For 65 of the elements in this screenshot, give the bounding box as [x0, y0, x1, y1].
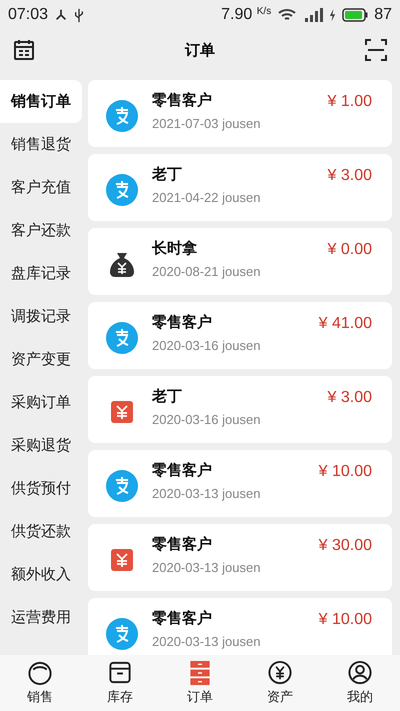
- yuan-icon: [267, 660, 293, 686]
- customer-name: 老丁: [152, 165, 183, 184]
- customer-name: 老丁: [152, 387, 183, 406]
- network-speed-text: 7.90 K/s: [221, 6, 272, 24]
- order-amount: ¥ 10.00: [318, 462, 372, 481]
- order-card[interactable]: 长时拿 2020-08-21 jousen ¥ 0.00: [88, 228, 392, 295]
- charging-icon: [329, 8, 336, 22]
- page-title: 订单: [185, 40, 215, 60]
- order-date: 2020-08-21 jousen: [152, 264, 262, 279]
- order-amount: ¥ 1.00: [328, 92, 372, 111]
- battery-text: 87: [374, 6, 392, 24]
- order-card[interactable]: 老丁 2020-03-16 jousen ¥ 3.00: [88, 376, 392, 443]
- category-item[interactable]: 采购退货: [0, 424, 82, 467]
- order-card[interactable]: 零售客户 2021-07-03 jousen ¥ 1.00: [88, 80, 392, 147]
- share-icon: [54, 8, 68, 22]
- tab[interactable]: 销售: [0, 655, 80, 711]
- customer-name: 零售客户: [152, 313, 213, 332]
- order-amount: ¥ 30.00: [318, 536, 372, 555]
- order-amount: ¥ 0.00: [328, 240, 372, 259]
- scan-icon[interactable]: [364, 38, 388, 62]
- calendar-icon[interactable]: [12, 38, 36, 62]
- category-item[interactable]: 额外收入: [0, 553, 82, 596]
- category-item[interactable]: 客户充值: [0, 166, 82, 209]
- order-date: 2021-04-22 jousen: [152, 190, 262, 205]
- category-item[interactable]: 盘库记录: [0, 252, 82, 295]
- payment-icon: [106, 174, 138, 206]
- order-card[interactable]: 零售客户 2020-03-16 jousen ¥ 41.00: [88, 302, 392, 369]
- category-item[interactable]: 供货还款: [0, 510, 82, 553]
- category-item[interactable]: 销售退货: [0, 123, 82, 166]
- box-icon: [107, 660, 133, 686]
- order-date: 2020-03-13 jousen: [152, 486, 262, 501]
- payment-icon: [106, 100, 138, 132]
- battery-icon: [342, 8, 368, 22]
- payment-icon: [106, 470, 138, 502]
- usb-icon: [74, 8, 84, 22]
- payment-icon: [106, 618, 138, 650]
- order-card[interactable]: 老丁 2021-04-22 jousen ¥ 3.00: [88, 154, 392, 221]
- order-amount: ¥ 3.00: [328, 388, 372, 407]
- category-item[interactable]: 调拨记录: [0, 295, 82, 338]
- category-item[interactable]: 资产变更: [0, 338, 82, 381]
- category-item[interactable]: 客户还款: [0, 209, 82, 252]
- order-amount: ¥ 41.00: [318, 314, 372, 333]
- order-amount: ¥ 10.00: [318, 610, 372, 629]
- order-date: 2020-03-16 jousen: [152, 338, 262, 353]
- payment-icon: [106, 322, 138, 354]
- category-item[interactable]: 供货预付: [0, 467, 82, 510]
- wifi-icon: [277, 7, 298, 23]
- category-item[interactable]: 销售订单: [0, 80, 82, 123]
- order-date: 2020-03-16 jousen: [152, 412, 262, 427]
- order-date: 2020-03-13 jousen: [152, 560, 262, 575]
- order-date: 2021-07-03 jousen: [152, 116, 262, 131]
- order-date: 2020-03-13 jousen: [152, 634, 262, 649]
- customer-name: 零售客户: [152, 609, 213, 628]
- customer-name: 零售客户: [152, 535, 213, 554]
- category-item[interactable]: 采购订单: [0, 381, 82, 424]
- customer-name: 零售客户: [152, 461, 213, 480]
- order-card[interactable]: 零售客户 2020-03-13 jousen ¥ 10.00: [88, 450, 392, 517]
- user-icon: [347, 660, 373, 686]
- category-item[interactable]: 运营费用: [0, 596, 82, 639]
- clock-text: 07:03: [8, 6, 48, 24]
- order-amount: ¥ 3.00: [328, 166, 372, 185]
- customer-name: 零售客户: [152, 91, 213, 110]
- order-card[interactable]: 零售客户 2020-03-13 jousen ¥ 30.00: [88, 524, 392, 591]
- signal-icon: [303, 7, 324, 23]
- customer-name: 长时拿: [152, 239, 198, 258]
